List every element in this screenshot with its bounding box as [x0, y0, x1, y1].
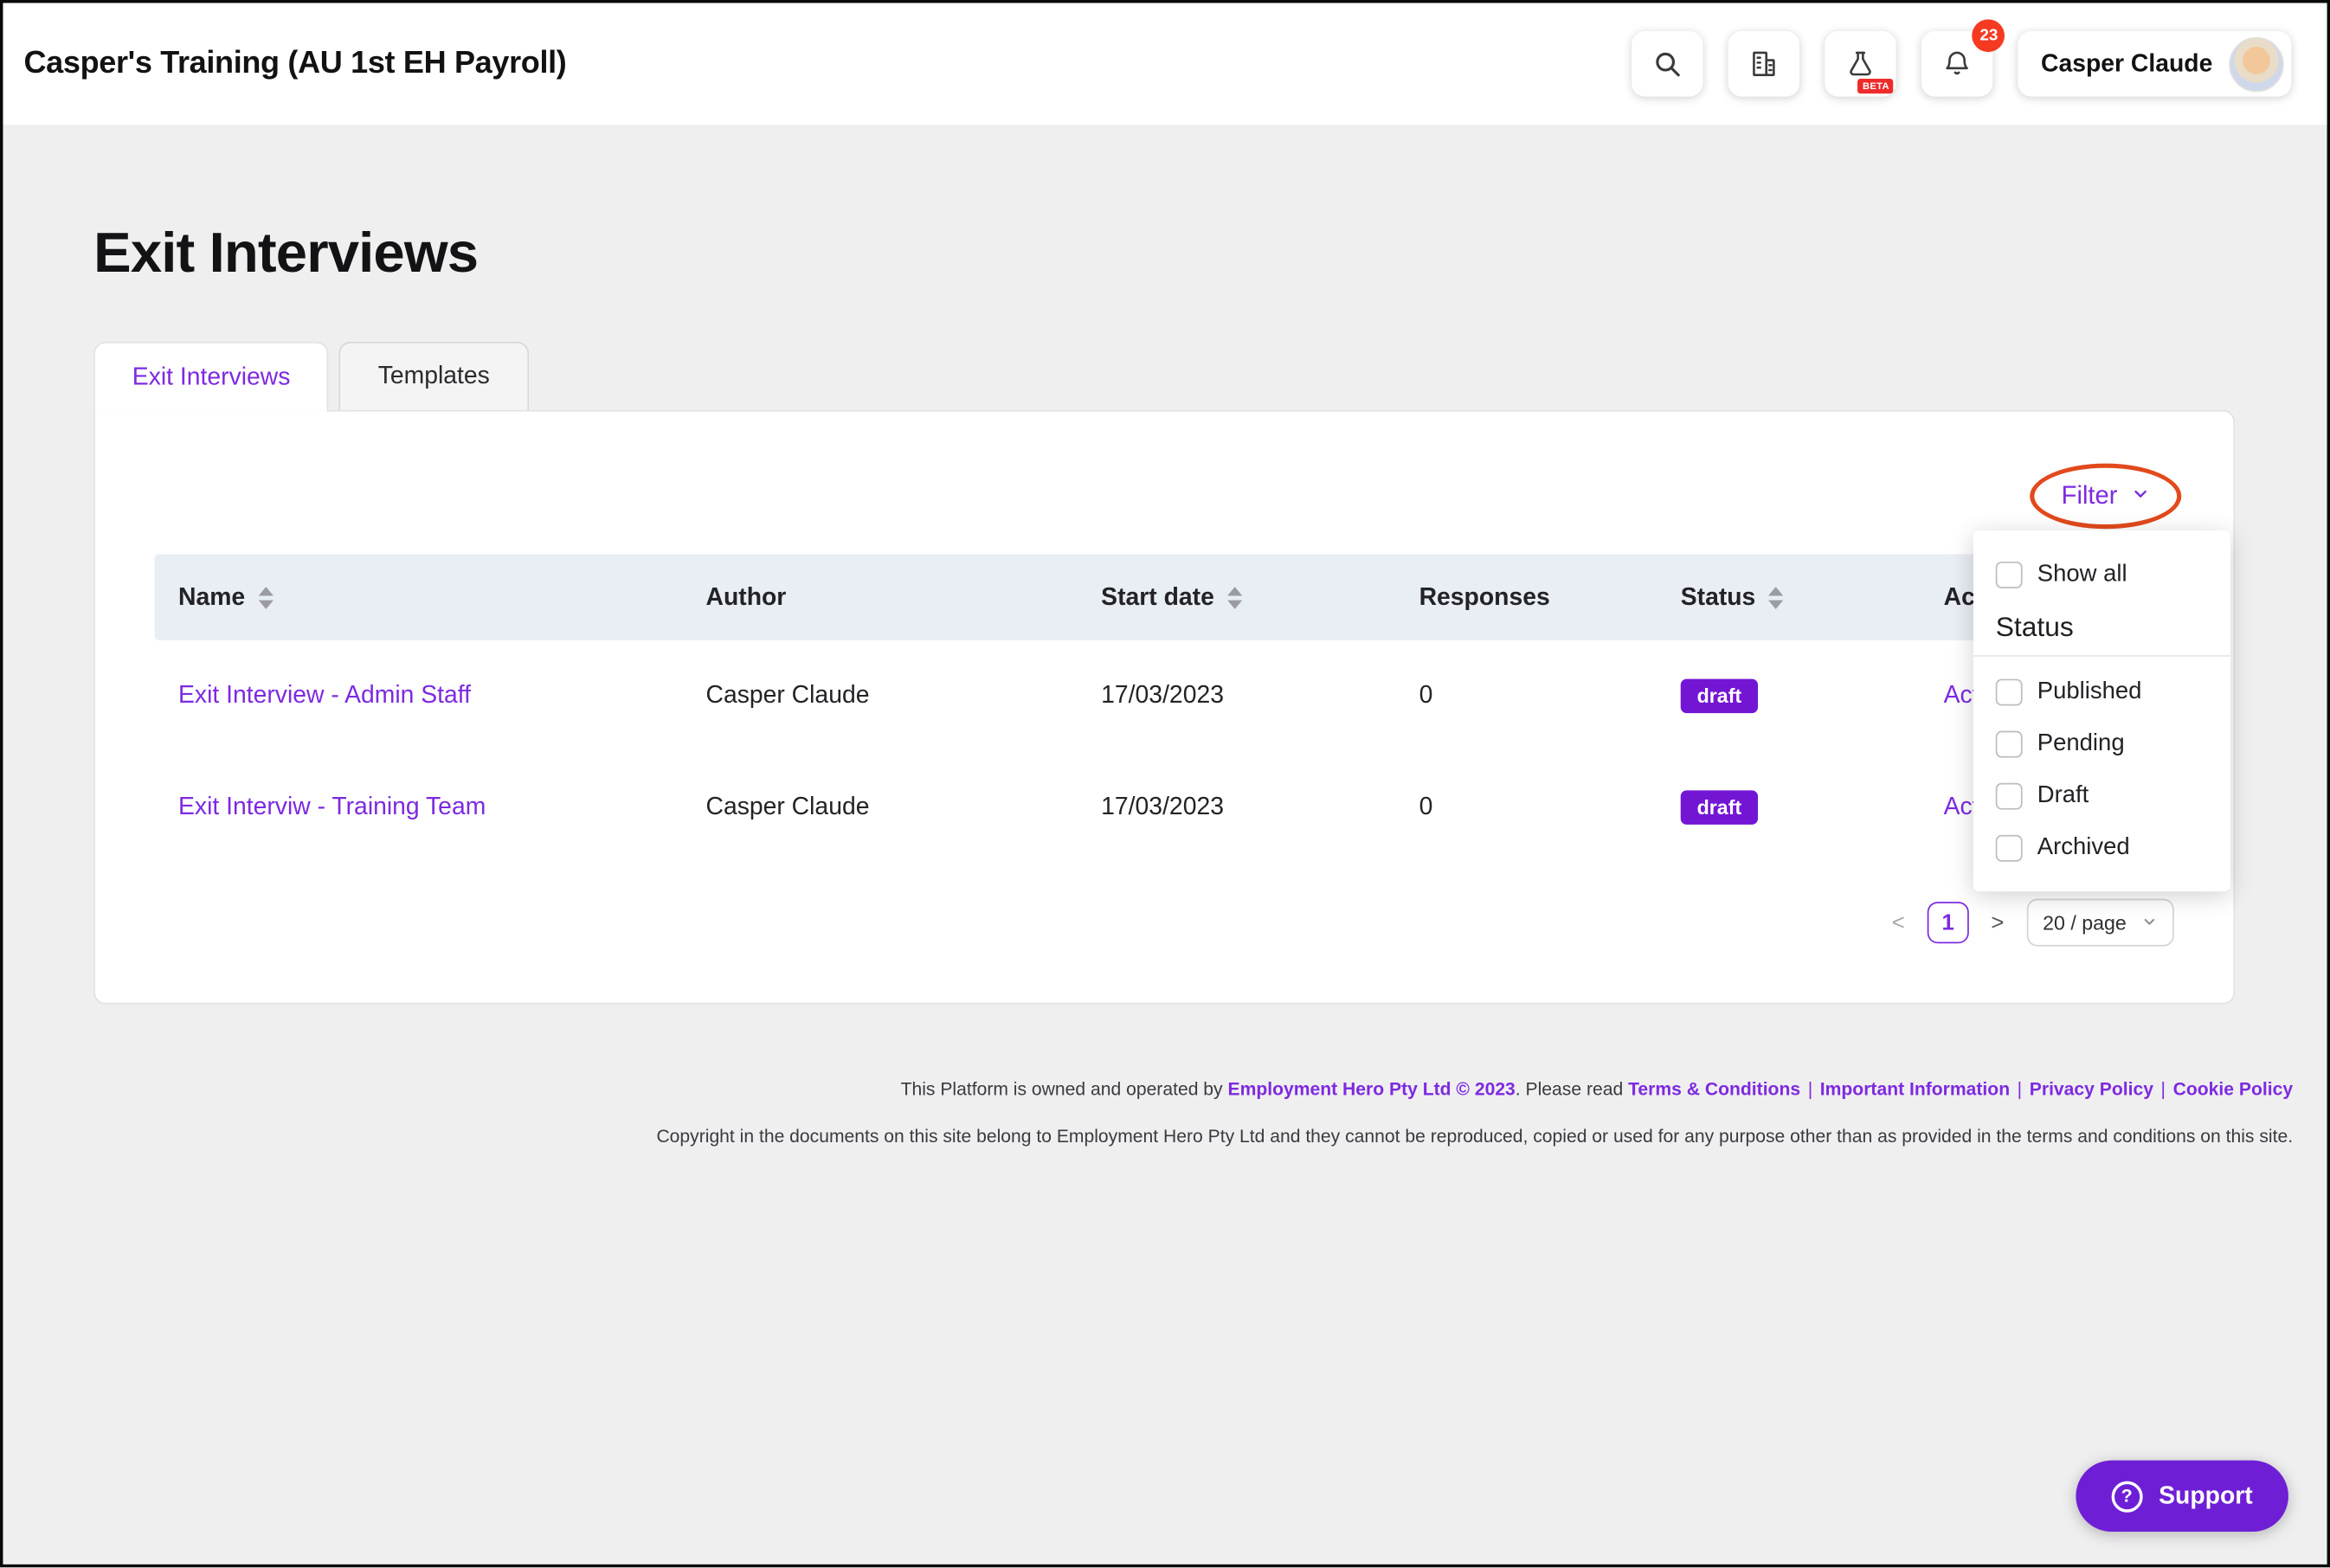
top-bar: Casper's Training (AU 1st EH Payroll) BE…: [3, 3, 2327, 125]
beta-badge: BETA: [1858, 79, 1894, 93]
filter-row: Filter: [155, 471, 2174, 521]
column-header-responses: Responses: [1395, 583, 1657, 612]
sort-icon[interactable]: [1769, 586, 1784, 608]
filter-dropdown-panel: Show all Status Published Pending Draft …: [1973, 530, 2230, 891]
author-cell: Casper Claude: [705, 794, 869, 822]
author-cell: Casper Claude: [705, 682, 869, 710]
filter-option-label: Pending: [2037, 730, 2125, 757]
pagination: < 1 > 20 / page: [155, 899, 2174, 947]
footer-separator: |: [1808, 1078, 1812, 1099]
sort-icon[interactable]: [1227, 586, 1242, 608]
start-date-cell: 17/03/2023: [1101, 682, 1224, 710]
checkbox-show-all[interactable]: [1996, 561, 2023, 588]
support-button-label: Support: [2159, 1482, 2253, 1511]
divider: [1973, 655, 2230, 657]
search-icon: [1653, 49, 1683, 79]
checkbox-draft[interactable]: [1996, 782, 2023, 809]
footer-link-terms[interactable]: Terms & Conditions: [1628, 1078, 1800, 1099]
filter-option-label: Archived: [2037, 834, 2130, 861]
filter-option-show-all[interactable]: Show all: [1996, 549, 2209, 601]
filter-section-title: Status: [1996, 611, 2209, 644]
filter-button-label: Filter: [2062, 481, 2118, 511]
footer-text: This Platform is owned and operated by: [901, 1078, 1228, 1099]
footer-link-cookie[interactable]: Cookie Policy: [2173, 1078, 2293, 1099]
footer-link-important-info[interactable]: Important Information: [1820, 1078, 2010, 1099]
app-window: Casper's Training (AU 1st EH Payroll) BE…: [0, 0, 2330, 1567]
user-menu-button[interactable]: Casper Claude: [2018, 31, 2291, 97]
column-label: Status: [1681, 583, 1756, 612]
filter-option-pending[interactable]: Pending: [1996, 717, 2209, 769]
filter-option-label: Published: [2037, 678, 2142, 705]
top-bar-actions: BETA 23 Casper Claude: [1632, 31, 2291, 97]
tab-exit-interviews[interactable]: Exit Interviews: [93, 342, 329, 412]
user-name: Casper Claude: [2041, 50, 2212, 79]
footer: This Platform is owned and operated by E…: [3, 1078, 2327, 1149]
footer-link-employment-hero[interactable]: Employment Hero Pty Ltd © 2023: [1227, 1078, 1515, 1099]
filter-option-label: Draft: [2037, 782, 2089, 809]
table-row: Exit Interviw - Training Team Casper Cla…: [155, 752, 2174, 864]
start-date-cell: 17/03/2023: [1101, 794, 1224, 822]
footer-separator: |: [2161, 1078, 2166, 1099]
filter-option-published[interactable]: Published: [1996, 665, 2209, 717]
sort-icon[interactable]: [259, 586, 274, 608]
column-header-author: Author: [682, 583, 1078, 612]
chevron-down-icon: [2141, 911, 2158, 934]
column-label: Start date: [1101, 583, 1214, 612]
column-header-status[interactable]: Status: [1657, 583, 1920, 612]
notifications-button[interactable]: 23: [1922, 31, 1993, 97]
search-button[interactable]: [1632, 31, 1703, 97]
support-button[interactable]: ? Support: [2076, 1461, 2288, 1532]
footer-text: . Please read: [1516, 1078, 1628, 1099]
org-title: Casper's Training (AU 1st EH Payroll): [23, 46, 566, 81]
status-badge: draft: [1681, 679, 1758, 713]
question-mark-icon: ?: [2111, 1481, 2142, 1512]
tab-templates[interactable]: Templates: [339, 342, 528, 410]
bell-icon: [1943, 49, 1973, 79]
column-header-name[interactable]: Name: [155, 583, 682, 612]
footer-link-privacy[interactable]: Privacy Policy: [2030, 1078, 2153, 1099]
checkbox-published[interactable]: [1996, 678, 2023, 705]
footer-separator: |: [2018, 1078, 2022, 1099]
page-size-value: 20 / page: [2043, 911, 2127, 934]
checkbox-pending[interactable]: [1996, 730, 2023, 757]
building-icon: [1749, 49, 1779, 79]
page-title: Exit Interviews: [93, 223, 2327, 287]
column-label: Author: [705, 583, 786, 612]
next-page-button[interactable]: >: [1986, 910, 2008, 935]
column-label: Name: [178, 583, 245, 612]
page-size-select[interactable]: 20 / page: [2026, 899, 2174, 947]
responses-cell: 0: [1419, 794, 1433, 822]
beta-labs-button[interactable]: BETA: [1825, 31, 1896, 97]
interview-name-link[interactable]: Exit Interview - Admin Staff: [178, 682, 471, 710]
interview-name-link[interactable]: Exit Interviw - Training Team: [178, 794, 486, 822]
prev-page-button[interactable]: <: [1888, 910, 1909, 935]
filter-option-archived[interactable]: Archived: [1996, 821, 2209, 873]
column-header-start-date[interactable]: Start date: [1078, 583, 1395, 612]
filter-option-label: Show all: [2037, 561, 2127, 588]
checkbox-archived[interactable]: [1996, 834, 2023, 861]
footer-legal-line: This Platform is owned and operated by E…: [3, 1078, 2293, 1101]
table-row: Exit Interview - Admin Staff Casper Clau…: [155, 640, 2174, 752]
filter-button[interactable]: Filter: [2037, 471, 2174, 521]
notification-count-badge: 23: [1973, 19, 2005, 52]
status-badge: draft: [1681, 790, 1758, 824]
flask-icon: [1846, 49, 1876, 79]
exit-interviews-card: Filter Name Author Start date: [93, 410, 2235, 1005]
table-header-row: Name Author Start date Responses Status …: [155, 554, 2174, 640]
avatar: [2229, 36, 2284, 92]
footer-copyright-line: Copyright in the documents on this site …: [3, 1127, 2293, 1149]
column-label: Responses: [1419, 583, 1550, 612]
tab-bar: Exit Interviews Templates: [93, 342, 2327, 410]
page-number-button[interactable]: 1: [1928, 902, 1969, 943]
organisation-button[interactable]: [1728, 31, 1799, 97]
filter-option-draft[interactable]: Draft: [1996, 769, 2209, 821]
chevron-down-icon: [2131, 481, 2150, 511]
responses-cell: 0: [1419, 682, 1433, 710]
